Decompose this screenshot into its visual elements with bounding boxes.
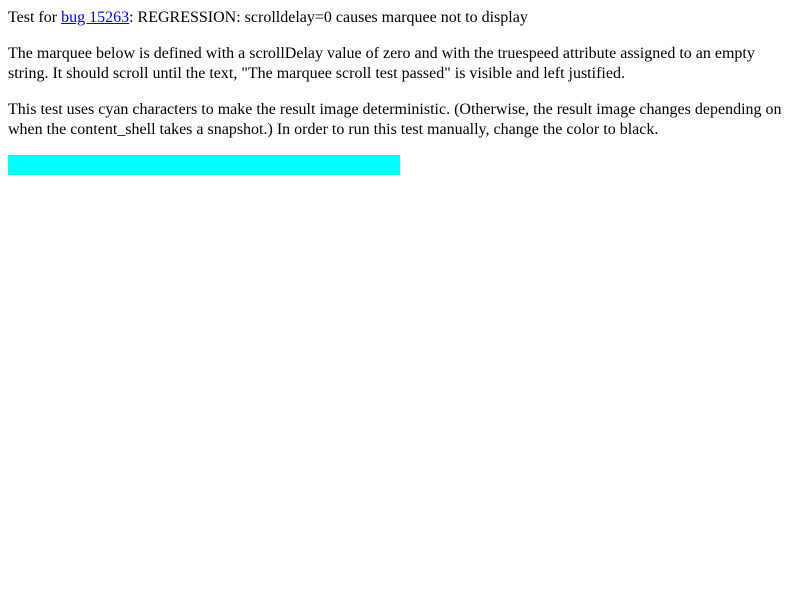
instructions-paragraph: This test uses cyan characters to make t…	[8, 101, 782, 138]
marquee-text: The marquee scroll test passed	[8, 156, 205, 173]
page-content: Test for bug 15263: REGRESSION: scrollde…	[0, 0, 800, 183]
intro-suffix: : REGRESSION: scrolldelay=0 causes marqu…	[129, 9, 528, 26]
description-paragraph: The marquee below is defined with a scro…	[8, 45, 755, 82]
intro-prefix: Test for	[8, 9, 62, 26]
test-intro: Test for bug 15263: REGRESSION: scrollde…	[8, 8, 792, 28]
bug-link[interactable]: bug 15263	[61, 9, 129, 26]
marquee: The marquee scroll test passed	[8, 155, 400, 175]
